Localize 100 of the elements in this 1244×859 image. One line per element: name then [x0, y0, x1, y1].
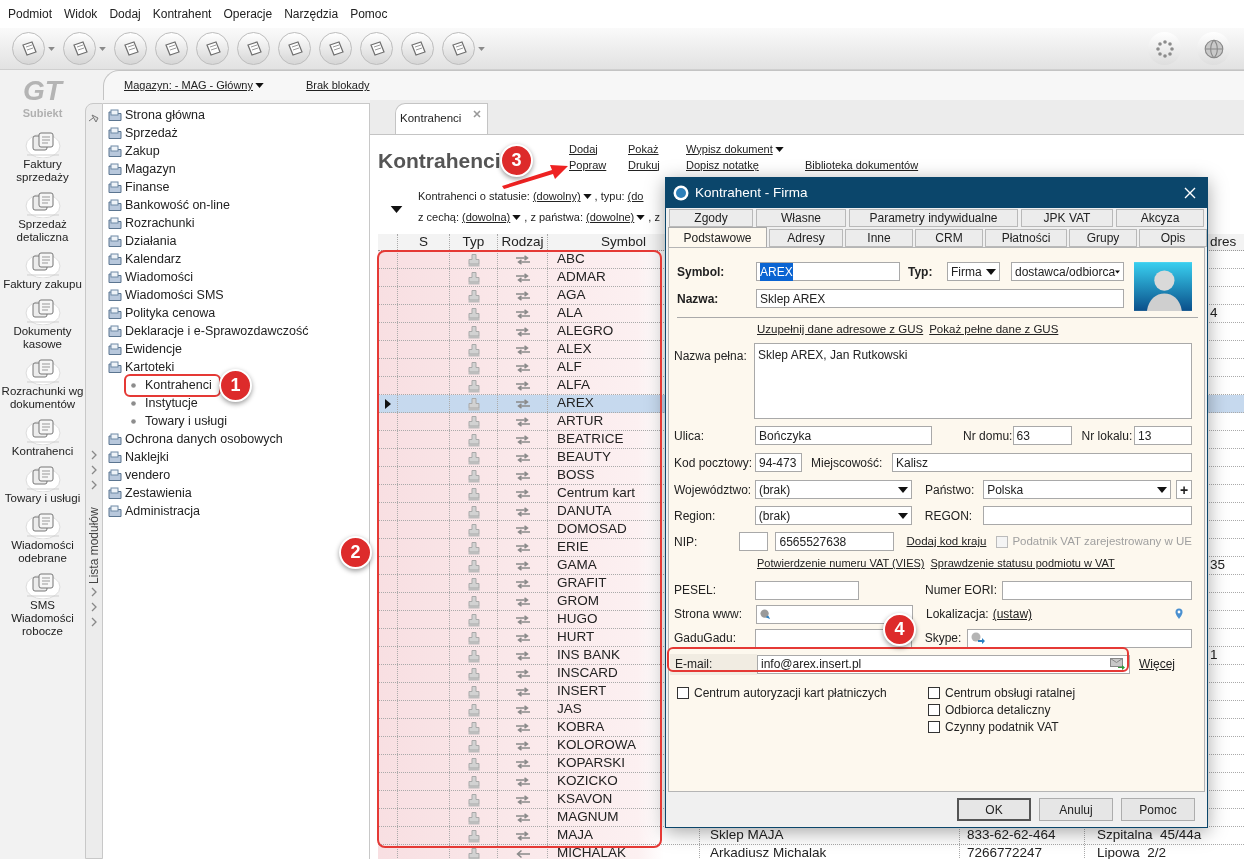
tree-item[interactable]: Działania — [125, 231, 177, 251]
menu-item[interactable]: Operacje — [217, 3, 279, 25]
chevron-icon[interactable] — [91, 464, 97, 475]
dialog-tab[interactable]: CRM — [915, 229, 983, 247]
text-area[interactable]: Sklep AREX, Jan Rutkowski — [754, 343, 1192, 420]
dialog-tab[interactable]: Inne — [845, 229, 913, 247]
menu-item[interactable]: Dodaj — [103, 3, 147, 25]
checkbox[interactable] — [677, 686, 689, 699]
chevron-icon[interactable] — [91, 449, 97, 460]
action-link[interactable]: Biblioteka dokumentów — [805, 156, 919, 174]
link[interactable]: Pokaż pełne dane z GUS — [929, 321, 1059, 339]
lock-link[interactable]: Brak blokady — [306, 77, 370, 94]
nav-item[interactable]: Faktury zakupu — [0, 248, 85, 295]
location-pin-icon[interactable] — [1175, 608, 1183, 621]
filter-choice[interactable]: (do — [627, 188, 644, 205]
nav-item[interactable]: Wiadomości odebrane — [0, 509, 85, 569]
input-field[interactable]: AREX — [756, 262, 900, 281]
menu-item[interactable]: Widok — [58, 3, 104, 25]
tree-item[interactable]: Wiadomości — [125, 267, 194, 287]
nav-item[interactable]: Towary i usługi — [0, 462, 85, 509]
input-field[interactable]: 63 — [1012, 426, 1072, 446]
link[interactable]: Sprawdzenie statusu podmiotu w VAT — [930, 555, 1115, 572]
link[interactable]: Potwierdzenie numeru VAT (VIES) — [757, 555, 925, 572]
pin-icon[interactable] — [88, 113, 100, 123]
dialog-tab[interactable]: Opis — [1139, 229, 1207, 247]
envelope-icon[interactable] — [1110, 658, 1126, 671]
checkbox[interactable] — [928, 703, 940, 716]
link[interactable]: Więcej — [1139, 655, 1175, 674]
toolbar-button[interactable] — [278, 32, 311, 65]
toolbar-button[interactable] — [196, 32, 229, 65]
tree-item[interactable]: Deklaracje i e-Sprawozdawczość — [125, 321, 309, 341]
nav-item[interactable]: Rozrachunki wg dokumentów — [0, 355, 85, 415]
tree-item[interactable]: Wiadomości SMS — [125, 285, 224, 305]
column-header[interactable]: S — [419, 234, 428, 253]
dialog-tab[interactable]: Zgody — [669, 209, 753, 227]
tree-item[interactable]: Finanse — [125, 177, 170, 197]
warehouse-link[interactable]: Magazyn: - MAG - Główny — [124, 77, 264, 94]
chevron-icon[interactable] — [91, 601, 97, 612]
tree-item[interactable]: Sprzedaż — [125, 123, 178, 143]
input-field[interactable] — [1002, 580, 1192, 600]
dropdown[interactable]: (brak) — [754, 480, 912, 500]
link[interactable]: Dodaj kod kraju — [906, 533, 987, 551]
menu-item[interactable]: Narzędzia — [278, 3, 345, 25]
tree-item[interactable]: Administracja — [125, 501, 201, 521]
caret-icon[interactable] — [48, 46, 55, 51]
tree-item[interactable]: Zestawienia — [125, 483, 192, 503]
tree-item[interactable]: Bankowość on-line — [125, 195, 230, 215]
checkbox[interactable] — [928, 686, 940, 699]
tree-item[interactable]: Ochrona danych osobowych — [125, 429, 283, 449]
expand-icon[interactable] — [390, 206, 403, 213]
filter-choice[interactable]: (dowolny) — [532, 188, 592, 205]
column-header[interactable]: dres — [1210, 234, 1237, 249]
caret-icon[interactable] — [99, 46, 106, 51]
chevron-icon[interactable] — [91, 586, 97, 597]
action-link[interactable]: Dopisz notatkę — [686, 156, 759, 174]
toolbar-button[interactable] — [114, 32, 147, 65]
tree-item[interactable]: Kontrahenci — [145, 375, 212, 395]
dialog-tab[interactable]: Płatności — [985, 229, 1067, 247]
toolbar-button[interactable] — [237, 32, 270, 65]
nav-item[interactable]: Faktury sprzedaży — [0, 128, 85, 188]
tree-item[interactable]: vendero — [125, 465, 171, 485]
dropdown[interactable]: (brak) — [754, 506, 912, 526]
dialog-button[interactable]: Pomoc — [1121, 798, 1195, 821]
input-field[interactable]: Bończyka — [755, 426, 933, 446]
action-link[interactable]: Wypisz dokument — [686, 140, 784, 158]
toolbar-button[interactable] — [319, 32, 352, 65]
input-field[interactable]: 6565527638 — [775, 532, 895, 552]
input-field[interactable] — [967, 628, 1192, 648]
toolbar-button[interactable] — [401, 32, 434, 65]
nav-item[interactable]: Kontrahenci — [0, 415, 85, 462]
tree-item[interactable]: Ewidencje — [125, 339, 182, 359]
toolbar-button[interactable] — [360, 32, 393, 65]
dropdown[interactable]: dostawca/odbiorca — [1011, 262, 1124, 281]
nav-item[interactable]: Sprzedaż detaliczna — [0, 188, 85, 248]
tree-item[interactable]: Naklejki — [125, 447, 169, 467]
tree-item[interactable]: Magazyn — [125, 159, 176, 179]
dialog-tab[interactable]: JPK VAT — [1021, 209, 1113, 227]
caret-icon[interactable] — [478, 46, 485, 51]
tree-item[interactable]: Instytucje — [145, 393, 198, 413]
input-field[interactable] — [983, 506, 1192, 526]
action-link[interactable]: Dodaj — [569, 140, 598, 158]
toolbar-button[interactable] — [12, 32, 45, 65]
tree-item[interactable]: Zakup — [125, 141, 160, 161]
input-field[interactable] — [755, 580, 859, 600]
dialog-button[interactable]: Anuluj — [1039, 798, 1113, 821]
tree-item[interactable]: Rozrachunki — [125, 213, 195, 233]
action-link[interactable]: Pokaż — [628, 140, 659, 158]
chevron-icon[interactable] — [91, 479, 97, 490]
column-header[interactable]: Typ — [462, 234, 485, 253]
link[interactable]: (ustaw) — [992, 605, 1033, 624]
action-link[interactable]: Drukuj — [628, 156, 660, 174]
dialog-tab[interactable]: Parametry indywidualne — [849, 209, 1018, 227]
input-field[interactable] — [739, 532, 769, 552]
dialog-tab[interactable]: Podstawowe — [668, 227, 767, 247]
tree-item[interactable]: Polityka cenowa — [125, 303, 216, 323]
input-field[interactable]: 94-473 — [755, 453, 802, 473]
dropdown[interactable]: Firma — [947, 262, 1000, 281]
menu-item[interactable]: Pomoc — [344, 3, 394, 25]
input-field[interactable]: Kalisz — [892, 453, 1192, 473]
dialog-tab[interactable]: Akcyza — [1116, 209, 1204, 227]
